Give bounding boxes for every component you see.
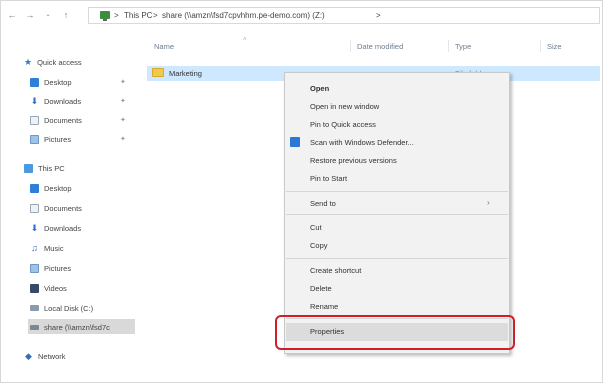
sidebar-item-desktop[interactable]: Desktop — [30, 181, 72, 195]
menu-item-pin-quick-access[interactable]: Pin to Quick access — [310, 120, 376, 129]
downloads-icon: ⬇ — [30, 95, 39, 106]
sidebar-item-this-pc[interactable]: This PC — [24, 161, 65, 175]
network-icon: ◆ — [25, 350, 32, 361]
sidebar-item-label: Pictures — [44, 134, 72, 144]
network-drive-icon — [30, 324, 39, 330]
breadcrumb-separator-icon: > — [376, 11, 381, 20]
sidebar-item-label: Documents — [44, 115, 82, 125]
menu-separator — [286, 214, 508, 215]
menu-item-open-new-window[interactable]: Open in new window — [310, 102, 379, 111]
sidebar-item-music[interactable]: ♫ Music — [30, 241, 64, 255]
menu-item-copy[interactable]: Copy — [310, 241, 328, 250]
breadcrumb-separator-icon: > — [153, 11, 158, 20]
sort-caret-icon: ˄ — [243, 37, 247, 43]
chevron-right-icon: › — [487, 198, 490, 207]
computer-icon — [24, 163, 33, 173]
sidebar-item-label: Desktop — [44, 77, 72, 87]
column-header-size[interactable]: Size — [547, 42, 562, 51]
up-arrow-icon[interactable]: ↑ — [61, 10, 71, 20]
sidebar-item-quick-desktop[interactable]: Desktop — [30, 75, 72, 89]
menu-item-restore-versions[interactable]: Restore previous versions — [310, 156, 397, 165]
address-bar-row: ← → ⌄ ↑ > This PC > share (\\amzn\fsd7cp… — [0, 0, 603, 30]
breadcrumb-this-pc[interactable]: This PC — [124, 11, 152, 20]
sidebar-item-label: Downloads — [44, 223, 82, 233]
menu-item-scan-defender[interactable]: Scan with Windows Defender... — [310, 138, 414, 147]
videos-icon — [30, 283, 39, 293]
menu-separator — [286, 191, 508, 192]
pin-icon: ✦ — [120, 117, 126, 124]
column-header-date-modified[interactable]: Date modified — [357, 42, 403, 51]
breadcrumb-share[interactable]: share (\\amzn\fsd7cpvhhm.pe-demo.com) (Z… — [162, 11, 325, 20]
menu-separator — [286, 258, 508, 259]
context-menu — [284, 72, 510, 354]
sidebar-item-label: Quick access — [37, 57, 82, 67]
documents-icon — [30, 203, 39, 213]
file-name: Marketing — [169, 69, 202, 78]
recent-locations-icon[interactable]: ⌄ — [43, 10, 53, 20]
desktop-icon — [30, 183, 39, 193]
sidebar-item-quick-pictures[interactable]: Pictures — [30, 132, 71, 146]
sidebar-item-network[interactable]: ◆ Network — [24, 349, 66, 363]
sidebar-item-quick-downloads[interactable]: ⬇ Downloads — [30, 94, 81, 108]
sidebar-item-share-drive[interactable]: share (\\amzn\fsd7c — [30, 320, 110, 334]
sidebar-item-label: Downloads — [44, 96, 82, 106]
documents-icon — [30, 115, 39, 125]
menu-item-pin-start[interactable]: Pin to Start — [310, 174, 347, 183]
drive-icon — [100, 11, 110, 21]
sidebar-item-label: Documents — [44, 203, 82, 213]
sidebar-item-downloads[interactable]: ⬇ Downloads — [30, 221, 81, 235]
windows-defender-icon — [290, 137, 300, 147]
sidebar-item-label: Desktop — [44, 183, 72, 193]
sidebar-item-local-disk[interactable]: Local Disk (C:) — [30, 301, 93, 315]
menu-item-open[interactable]: Open — [310, 84, 329, 93]
menu-item-create-shortcut[interactable]: Create shortcut — [310, 266, 361, 275]
properties-highlight-outline — [275, 315, 515, 350]
pictures-icon — [30, 134, 39, 144]
downloads-icon: ⬇ — [30, 222, 39, 233]
sidebar-item-label: share (\\amzn\fsd7c — [44, 322, 110, 332]
sidebar-item-label: Pictures — [44, 263, 72, 273]
menu-item-rename[interactable]: Rename — [310, 302, 338, 311]
pin-icon: ✦ — [120, 136, 126, 143]
local-disk-icon — [30, 305, 39, 311]
sidebar-item-quick-documents[interactable]: Documents — [30, 113, 82, 127]
back-arrow-icon[interactable]: ← — [7, 10, 17, 20]
folder-icon — [152, 68, 164, 77]
pictures-icon — [30, 263, 39, 273]
desktop-icon — [30, 77, 39, 87]
sidebar-item-label: Videos — [44, 283, 67, 293]
pin-icon: ✦ — [120, 79, 126, 86]
forward-arrow-icon[interactable]: → — [25, 10, 35, 20]
sidebar-item-label: This PC — [38, 163, 65, 173]
music-icon: ♫ — [31, 242, 38, 253]
sidebar-item-label: Music — [44, 243, 64, 253]
column-divider[interactable] — [448, 40, 449, 52]
sidebar-item-documents[interactable]: Documents — [30, 201, 82, 215]
sidebar-item-pictures[interactable]: Pictures — [30, 261, 71, 275]
menu-item-cut[interactable]: Cut — [310, 223, 322, 232]
star-icon: ★ — [24, 56, 33, 67]
column-divider[interactable] — [350, 40, 351, 52]
sidebar-item-videos[interactable]: Videos — [30, 281, 67, 295]
breadcrumb-separator-icon: > — [114, 11, 119, 20]
sidebar-item-label: Local Disk (C:) — [44, 303, 94, 313]
column-header-type[interactable]: Type — [455, 42, 471, 51]
sidebar-item-quick-access[interactable]: ★ Quick access — [24, 55, 82, 69]
column-divider[interactable] — [540, 40, 541, 52]
column-header-name[interactable]: Name — [154, 42, 174, 51]
pin-icon: ✦ — [120, 98, 126, 105]
menu-item-delete[interactable]: Delete — [310, 284, 332, 293]
menu-item-send-to[interactable]: Send to — [310, 199, 336, 208]
sidebar-item-label: Network — [38, 351, 66, 361]
